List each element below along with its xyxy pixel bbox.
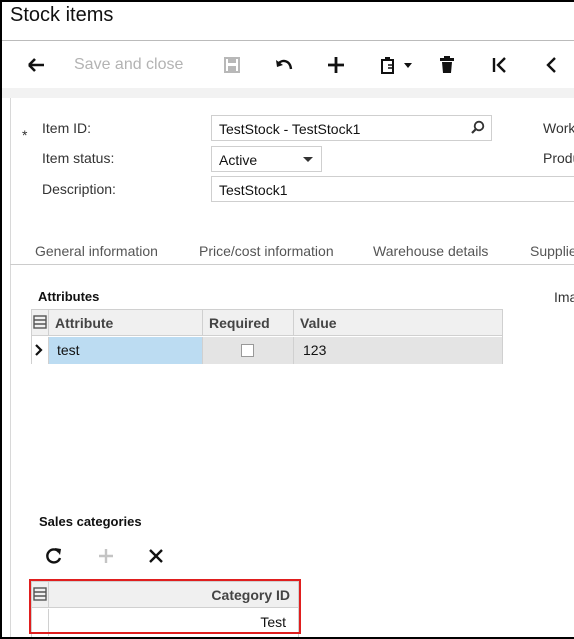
cell-required[interactable] [203, 337, 294, 364]
item-id-field[interactable]: TestStock - TestStock1 [211, 115, 492, 141]
toolbar-separator [2, 88, 574, 98]
close-icon[interactable] [146, 541, 166, 571]
search-icon[interactable] [471, 120, 485, 137]
window: Stock items Save and close * Item ID: Te… [0, 0, 574, 639]
first-page-icon[interactable] [488, 50, 512, 80]
column-attribute[interactable]: Attribute [49, 310, 203, 335]
right-label-produ: Produ [543, 150, 574, 166]
arrow-left-icon[interactable] [24, 50, 48, 80]
tab-warehouse-details[interactable]: Warehouse details [373, 243, 488, 259]
tab-suppliers[interactable]: Supplie [530, 243, 574, 259]
column-required[interactable]: Required [203, 310, 294, 335]
description-label: Description: [42, 181, 116, 197]
attributes-grid-header: Attribute Required Value [32, 310, 502, 336]
column-value[interactable]: Value [294, 310, 502, 335]
right-label-work: Work [543, 120, 574, 136]
trash-icon[interactable] [436, 50, 458, 80]
chevron-left-icon[interactable] [540, 50, 562, 80]
page-title: Stock items [10, 4, 114, 26]
plus-icon[interactable] [324, 50, 348, 80]
item-status-select[interactable]: Active [211, 146, 322, 172]
table-row[interactable]: test 123 [32, 337, 502, 364]
tab-general-information[interactable]: General information [35, 243, 158, 259]
clipboard-icon[interactable] [376, 50, 416, 80]
grid-settings-icon[interactable] [32, 310, 49, 335]
floppy-icon[interactable] [221, 50, 243, 80]
image-label: Ima [554, 289, 574, 305]
tab-divider [10, 264, 574, 265]
required-checkbox[interactable] [241, 344, 254, 357]
sales-categories-title: Sales categories [39, 514, 142, 529]
required-marker: * [22, 127, 28, 143]
description-value: TestStock1 [219, 182, 288, 198]
item-id-label: Item ID: [42, 120, 92, 136]
attributes-title: Attributes [38, 289, 100, 304]
save-and-close-button[interactable]: Save and close [74, 50, 183, 80]
description-field[interactable]: TestStock1 [211, 176, 574, 202]
item-status-value: Active [219, 152, 258, 168]
highlight-box [29, 579, 301, 634]
item-id-value: TestStock - TestStock1 [219, 121, 361, 137]
row-indicator-icon [32, 337, 49, 364]
cell-attribute[interactable]: test [49, 337, 203, 364]
item-status-label: Item status: [42, 150, 115, 166]
main-toolbar: Save and close [2, 42, 574, 88]
plus-icon[interactable] [96, 541, 116, 571]
tab-price-cost-information[interactable]: Price/cost information [199, 243, 334, 259]
tab-bar: General information Price/cost informati… [2, 240, 574, 266]
sales-categories-toolbar [30, 533, 181, 579]
attributes-grid: Attribute Required Value test 123 [31, 309, 503, 364]
chevron-down-icon[interactable] [303, 157, 313, 162]
cell-value[interactable]: 123 [294, 337, 502, 364]
undo-icon[interactable] [272, 50, 296, 80]
refresh-icon[interactable] [44, 541, 64, 571]
title-divider [2, 40, 574, 41]
